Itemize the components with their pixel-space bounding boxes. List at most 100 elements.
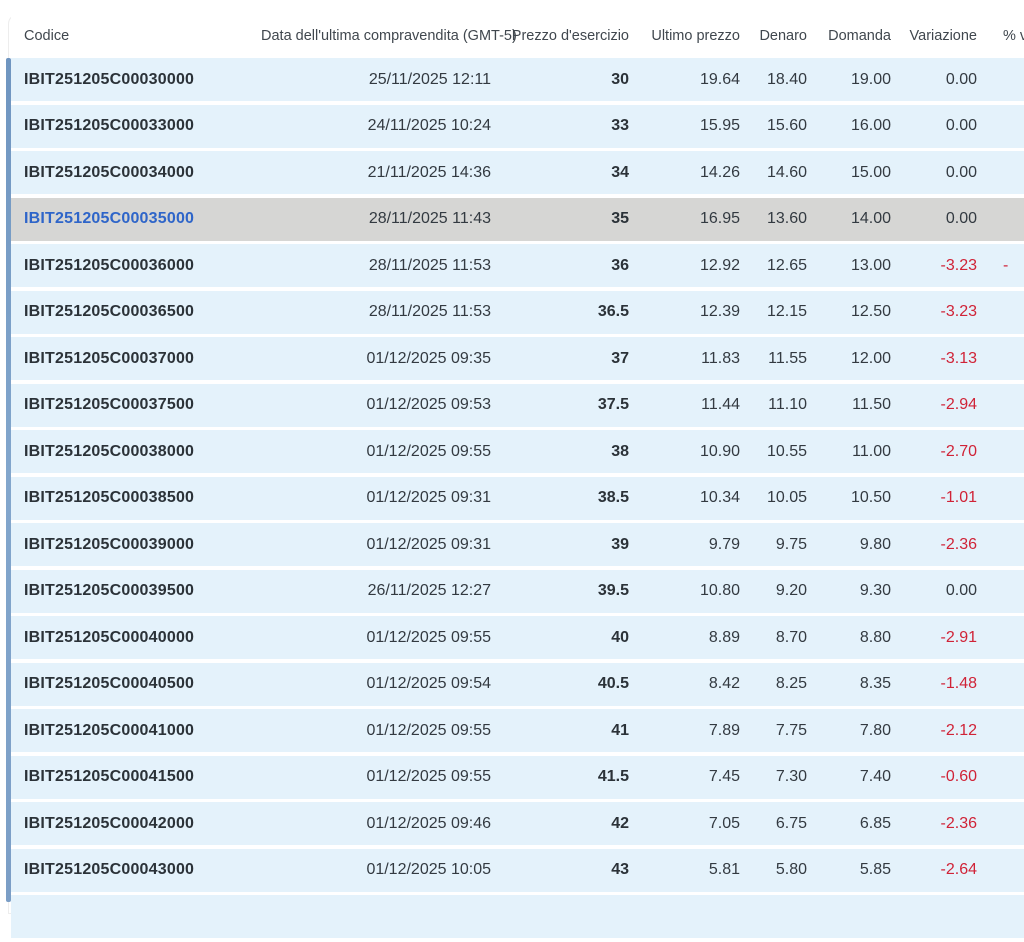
cell-bid: 6.75 — [775, 814, 807, 832]
cell-change: 0.00 — [945, 70, 977, 88]
cell-code[interactable]: IBIT251205C00036500 — [11, 303, 261, 321]
cell-bid: 5.80 — [775, 861, 807, 878]
cell-change: 0.00 — [945, 163, 977, 181]
cell-change: -1.01 — [940, 489, 977, 506]
table-row[interactable]: IBIT251205C00042000 01/12/2025 09:46 42 … — [11, 802, 1024, 845]
cell-bid: 11.55 — [768, 349, 807, 367]
cell-code[interactable]: IBIT251205C00038000 — [11, 443, 261, 461]
table-row[interactable]: IBIT251205C00043000 01/12/2025 10:05 43 … — [11, 848, 1024, 892]
cell-last-price: 7.89 — [708, 721, 740, 739]
table-row[interactable]: IBIT251205C00030000 25/11/2025 12:11 30 … — [11, 58, 1024, 101]
cell-last-trade-date: 01/12/2025 09:31 — [366, 489, 491, 506]
cell-last-trade-date: 24/11/2025 10:24 — [367, 117, 491, 134]
cell-code[interactable]: IBIT251205C00034000 — [11, 164, 261, 182]
cell-code[interactable]: IBIT251205C00038500 — [11, 489, 261, 507]
cell-code[interactable]: IBIT251205C00042000 — [11, 815, 261, 833]
cell-code[interactable]: IBIT251205C00039500 — [11, 582, 261, 600]
cell-ask: 12.50 — [850, 303, 891, 320]
cell-change: -0.60 — [940, 768, 977, 785]
cell-last-price: 9.79 — [708, 535, 740, 553]
cell-last-price: 8.42 — [708, 675, 740, 692]
cell-ask: 16.00 — [850, 117, 891, 134]
cell-bid: 11.10 — [768, 396, 807, 413]
table-row[interactable]: IBIT251205C00038000 01/12/2025 09:55 38 … — [11, 430, 1024, 473]
cell-code[interactable]: IBIT251205C00035000 — [11, 210, 261, 228]
table-row[interactable]: IBIT251205C00033000 24/11/2025 10:24 33 … — [11, 104, 1024, 148]
cell-strike-price: 41 — [611, 721, 629, 739]
cell-change: 0.00 — [945, 117, 977, 134]
cell-ask: 14.00 — [850, 210, 891, 227]
table-row[interactable]: IBIT251205C00040000 01/12/2025 09:55 40 … — [11, 616, 1024, 659]
cell-last-trade-date: 01/12/2025 09:31 — [366, 535, 491, 553]
cell-ask: 19.00 — [850, 70, 891, 88]
table-row[interactable]: IBIT251205C00037000 01/12/2025 09:35 37 … — [11, 337, 1024, 380]
cell-code[interactable]: IBIT251205C00036000 — [11, 257, 261, 275]
cell-last-trade-date: 01/12/2025 09:35 — [366, 349, 491, 367]
cell-bid: 8.70 — [775, 628, 807, 646]
table-row[interactable]: IBIT251205C00041000 01/12/2025 09:55 41 … — [11, 709, 1024, 752]
cell-code[interactable]: IBIT251205C00043000 — [11, 861, 261, 879]
cell-code[interactable]: IBIT251205C00041500 — [11, 768, 261, 786]
cell-ask: 9.80 — [859, 535, 891, 553]
cell-change: -2.91 — [940, 628, 977, 646]
cell-change: -3.23 — [940, 256, 977, 274]
left-scroll-strip — [6, 58, 11, 902]
table-row[interactable]: IBIT251205C00040500 01/12/2025 09:54 40.… — [11, 662, 1024, 706]
cell-code[interactable]: IBIT251205C00041000 — [11, 722, 261, 740]
column-header-change: Variazione — [909, 28, 977, 44]
table-row[interactable]: IBIT251205C00039500 26/11/2025 12:27 39.… — [11, 569, 1024, 613]
table-row[interactable]: IBIT251205C00038500 01/12/2025 09:31 38.… — [11, 476, 1024, 520]
cell-change: 0.00 — [945, 582, 977, 599]
cell-code[interactable]: IBIT251205C00037000 — [11, 350, 261, 368]
cell-last-trade-date: 01/12/2025 10:05 — [366, 861, 491, 878]
cell-bid: 18.40 — [766, 70, 807, 88]
cell-ask: 7.40 — [859, 768, 891, 785]
cell-last-price: 12.92 — [699, 256, 740, 274]
cell-code[interactable]: IBIT251205C00037500 — [11, 396, 261, 414]
cell-last-trade-date: 25/11/2025 12:11 — [368, 70, 491, 88]
table-row[interactable]: IBIT251205C00041500 01/12/2025 09:55 41.… — [11, 755, 1024, 799]
table-row[interactable]: IBIT251205C00036000 28/11/2025 11:53 36 … — [11, 244, 1024, 287]
cell-bid: 12.65 — [766, 256, 807, 274]
cell-strike-price: 38 — [611, 442, 629, 460]
cell-last-price: 8.89 — [708, 628, 740, 646]
cell-code[interactable]: IBIT251205C00040000 — [11, 629, 261, 647]
cell-code[interactable]: IBIT251205C00040500 — [11, 675, 261, 693]
cell-change: -2.94 — [940, 396, 977, 413]
table-row[interactable]: IBIT251205C00036500 28/11/2025 11:53 36.… — [11, 290, 1024, 334]
cell-bid: 9.75 — [775, 535, 807, 553]
table-row[interactable] — [11, 895, 1024, 938]
table-row[interactable]: IBIT251205C00035000 28/11/2025 11:43 35 … — [11, 197, 1024, 241]
cell-code[interactable]: IBIT251205C00030000 — [11, 71, 261, 89]
cell-last-trade-date: 28/11/2025 11:43 — [368, 210, 491, 227]
cell-last-price: 7.05 — [708, 814, 740, 832]
cell-last-trade-date: 01/12/2025 09:55 — [366, 768, 491, 785]
cell-strike-price: 30 — [611, 70, 629, 88]
cell-code[interactable]: IBIT251205C00039000 — [11, 536, 261, 554]
cell-strike-price: 39 — [611, 535, 629, 553]
cell-last-price: 19.64 — [699, 70, 740, 88]
table-row[interactable]: IBIT251205C00039000 01/12/2025 09:31 39 … — [11, 523, 1024, 566]
cell-strike-price: 37.5 — [597, 396, 629, 413]
column-header-ask: Domanda — [828, 28, 891, 44]
cell-ask: 11.00 — [852, 442, 891, 460]
table-row[interactable]: IBIT251205C00037500 01/12/2025 09:53 37.… — [11, 383, 1024, 427]
cell-code[interactable]: IBIT251205C00033000 — [11, 117, 261, 135]
cell-last-trade-date: 26/11/2025 12:27 — [367, 582, 491, 599]
cell-last-price: 10.90 — [699, 442, 740, 460]
cell-ask: 5.85 — [859, 861, 891, 878]
table-row[interactable]: IBIT251205C00034000 21/11/2025 14:36 34 … — [11, 151, 1024, 194]
cell-change: -2.64 — [940, 861, 977, 878]
cell-ask: 13.00 — [850, 256, 891, 274]
cell-ask: 11.50 — [852, 396, 891, 413]
cell-ask: 8.80 — [859, 628, 891, 646]
cell-last-price: 10.34 — [699, 489, 740, 506]
cell-ask: 8.35 — [859, 675, 891, 692]
pct-change-partial-value: - — [1003, 257, 1009, 274]
cell-bid: 10.55 — [766, 442, 807, 460]
cell-last-trade-date: 01/12/2025 09:46 — [366, 814, 491, 832]
cell-last-trade-date: 01/12/2025 09:53 — [366, 396, 491, 413]
cell-last-price: 5.81 — [708, 861, 740, 878]
cell-strike-price: 41.5 — [597, 768, 629, 785]
cell-change: -3.23 — [940, 303, 977, 320]
